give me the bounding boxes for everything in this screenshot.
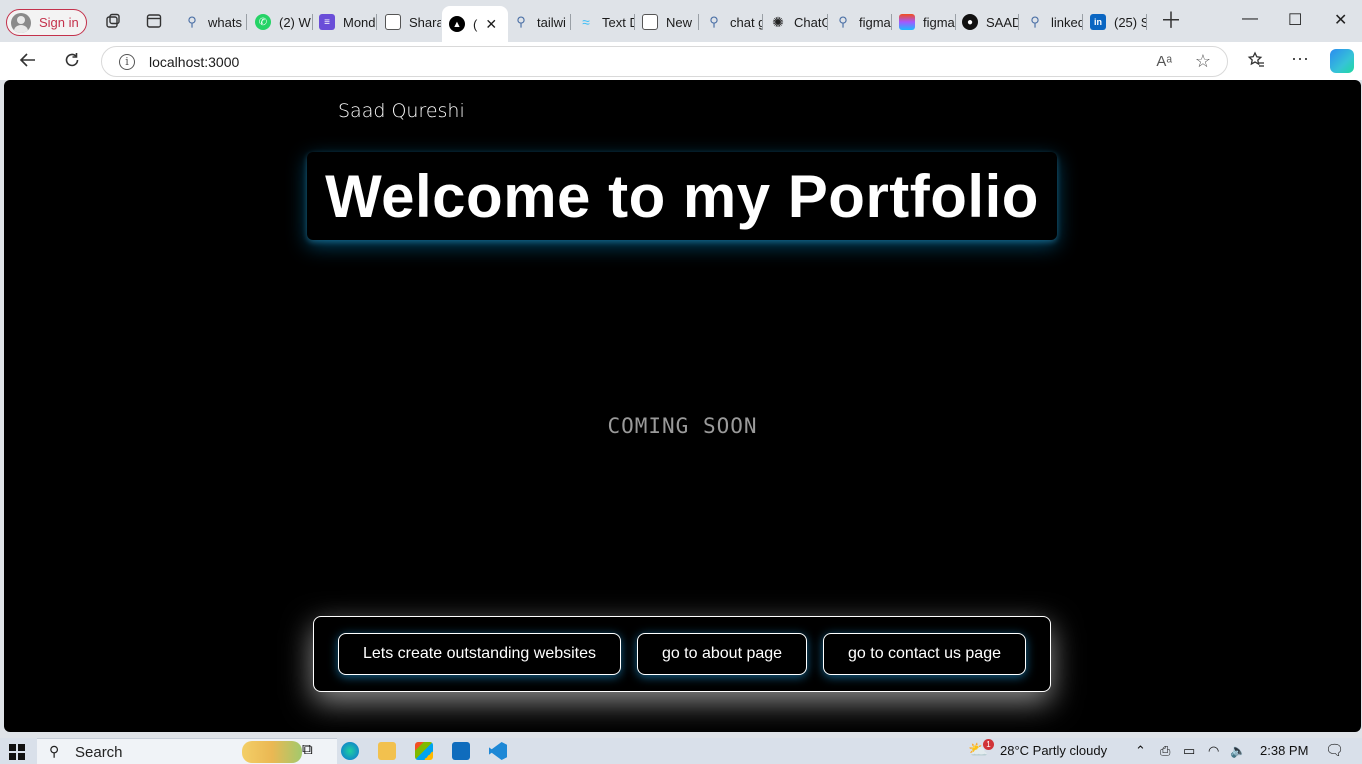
vscode-icon[interactable] (489, 742, 507, 760)
site-info-icon[interactable]: i (119, 54, 135, 70)
clock-time[interactable]: 2:38 PM (1260, 743, 1308, 758)
windows-taskbar: ⚲ Search ⧉ ⛅ 1 28°C Partly cloudy ⌃ ⎙ ▭ … (0, 738, 1362, 764)
document-icon (385, 14, 401, 30)
search-icon: ⚲ (709, 14, 719, 29)
tab[interactable]: Shara (385, 8, 441, 36)
mail-icon[interactable] (452, 742, 470, 760)
browser-toolbar: i localhost:3000 Aᵃ ☆ ··· (0, 42, 1362, 80)
button-panel: Lets create outstanding websites go to a… (313, 616, 1051, 692)
volume-icon[interactable]: 🔈 (1230, 743, 1246, 759)
tab[interactable]: ⚲ tailwi (513, 8, 571, 36)
monday-icon: ≡ (319, 14, 335, 30)
close-window-icon[interactable]: ✕ (1334, 10, 1347, 30)
sign-in-button[interactable]: Sign in (6, 9, 87, 36)
tab[interactable]: ● SAAD (962, 8, 1019, 36)
address-bar[interactable]: i localhost:3000 Aᵃ ☆ (101, 46, 1228, 77)
coming-soon-text: COMING SOON (607, 414, 758, 438)
sign-in-label: Sign in (39, 15, 79, 30)
new-tab-plus-icon[interactable]: ＋ (1160, 10, 1182, 32)
tab-actions-icon[interactable] (145, 12, 163, 30)
meet-now-icon[interactable]: ⎙ (1160, 743, 1170, 759)
notifications-icon[interactable]: 🗨 (1325, 741, 1344, 759)
weather-badge: 1 (983, 739, 994, 750)
figma-icon (899, 14, 915, 30)
brand-name: Saad Qureshi (338, 100, 465, 122)
profile-avatar-icon (11, 12, 31, 33)
favorite-star-icon[interactable]: ☆ (1195, 51, 1211, 72)
tab[interactable]: ⚲ figma (835, 8, 892, 36)
tab[interactable]: in (25) S (1090, 8, 1147, 36)
tab[interactable]: New (642, 8, 699, 36)
url-text[interactable]: localhost:3000 (149, 54, 239, 70)
tab[interactable]: ⚲ chat g (706, 8, 763, 36)
tab[interactable]: ✆ (2) W (255, 8, 313, 36)
tab[interactable]: ≈ Text D (578, 8, 635, 36)
copilot-icon[interactable] (1330, 49, 1354, 73)
create-websites-button[interactable]: Lets create outstanding websites (338, 633, 621, 675)
search-highlight-icon (242, 741, 302, 763)
tray-chevron-icon[interactable]: ⌃ (1135, 743, 1146, 759)
refresh-icon[interactable] (63, 51, 81, 74)
about-page-button[interactable]: go to about page (637, 633, 807, 675)
newtab-icon (642, 14, 658, 30)
edge-icon[interactable] (341, 742, 359, 760)
github-icon: ● (962, 14, 978, 30)
maximize-icon[interactable]: ☐ (1288, 10, 1302, 30)
read-aloud-icon[interactable]: Aᵃ (1156, 53, 1172, 70)
page-viewport: Saad Qureshi Welcome to my Portfolio COM… (4, 80, 1361, 732)
tab[interactable]: ≡ Mond (319, 8, 377, 36)
search-icon: ⚲ (49, 743, 60, 759)
openai-icon: ✺ (772, 13, 784, 30)
search-icon: ⚲ (187, 14, 197, 29)
workspaces-icon[interactable] (104, 12, 122, 30)
tab-active[interactable]: ▲ ( ✕ (442, 6, 508, 42)
hero-banner: Welcome to my Portfolio (307, 152, 1057, 240)
search-icon: ⚲ (516, 14, 526, 29)
linkedin-icon: in (1090, 14, 1106, 30)
file-explorer-icon[interactable] (378, 742, 396, 760)
vercel-icon: ▲ (449, 16, 465, 32)
tab[interactable]: ⚲ whats (184, 8, 247, 36)
store-icon[interactable] (415, 742, 433, 760)
task-view-icon[interactable]: ⧉ (302, 741, 320, 759)
taskbar-search[interactable]: ⚲ Search (37, 738, 337, 764)
hero-title: Welcome to my Portfolio (325, 162, 1039, 230)
browser-tab-strip: Sign in ⚲ whats ✆ (2) W ≡ Mond Shara ▲ (… (0, 0, 1362, 42)
tab[interactable]: ⚲ linked (1027, 8, 1083, 36)
tab[interactable]: figma (899, 8, 956, 36)
tailwind-icon: ≈ (582, 14, 590, 30)
wifi-icon[interactable]: ◠ (1208, 743, 1219, 759)
more-menu-icon[interactable]: ··· (1291, 48, 1309, 69)
whatsapp-icon: ✆ (255, 14, 271, 30)
favorites-icon[interactable] (1247, 51, 1265, 74)
windows-start-icon[interactable] (9, 744, 25, 760)
search-icon: ⚲ (1030, 14, 1040, 29)
close-tab-icon[interactable]: ✕ (485, 16, 497, 33)
back-arrow-icon[interactable] (19, 51, 37, 74)
weather-text[interactable]: 28°C Partly cloudy (1000, 743, 1107, 758)
contact-page-button[interactable]: go to contact us page (823, 633, 1026, 675)
search-icon: ⚲ (838, 14, 848, 29)
battery-icon[interactable]: ▭ (1183, 743, 1195, 759)
tab[interactable]: ✺ ChatG (770, 8, 828, 36)
minimize-icon[interactable]: — (1242, 10, 1258, 28)
